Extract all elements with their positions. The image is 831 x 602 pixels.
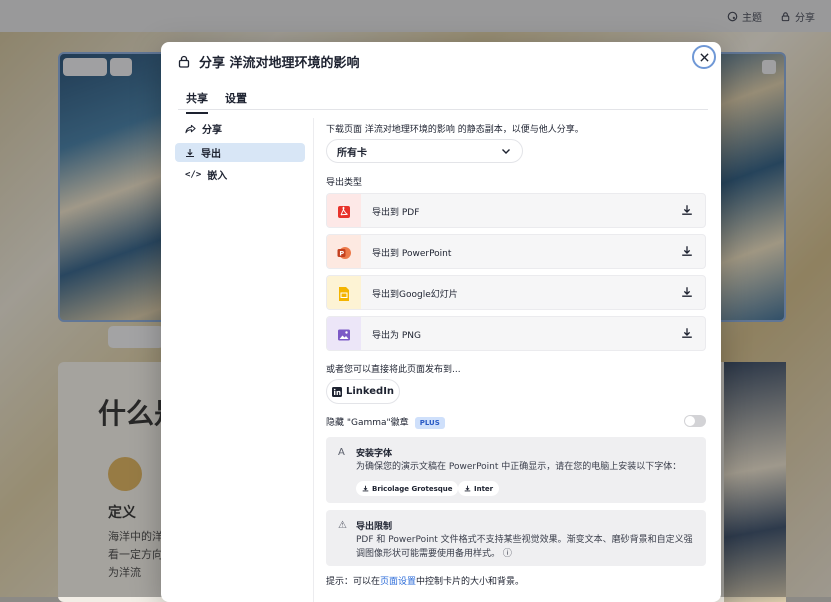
sidebar-item-export[interactable]: 导出	[175, 143, 305, 162]
dropdown-value: 所有卡	[337, 147, 367, 159]
sidebar-item-label: 嵌入	[207, 171, 228, 182]
close-button[interactable]	[692, 45, 716, 69]
warning-icon: ⚠	[338, 520, 347, 531]
export-type-label: 导出类型	[326, 178, 363, 188]
export-powerpoint-button[interactable]: P 导出到 PowerPoint	[326, 234, 706, 269]
panel-body: 为确保您的演示文稿在 PowerPoint 中正确显示，请在您的电脑上安装以下字…	[356, 462, 682, 472]
code-icon: </>	[185, 169, 202, 180]
tip-prefix: 提示：可以在	[326, 577, 381, 587]
export-label: 导出到 PowerPoint	[372, 249, 452, 259]
export-description: 下载页面 洋流对地理环境的影响 的静态副本，以便与他人分享。	[326, 125, 584, 135]
sidebar-item-label: 分享	[202, 125, 222, 136]
font-name: Bricolage Grotesque	[372, 484, 453, 493]
sidebar-item-embed[interactable]: </> 嵌入	[175, 165, 305, 184]
page-settings-link[interactable]: 页面设置	[380, 577, 416, 587]
tip-suffix: 中控制卡片的大小和背景。	[416, 577, 525, 587]
card-select-dropdown[interactable]: 所有卡	[326, 139, 523, 163]
linkedin-label: LinkedIn	[345, 386, 395, 397]
export-google-slides-button[interactable]: 导出到Google幻灯片	[326, 275, 706, 310]
hide-badge-row: 隐藏 "Gamma"徽章 PLUS	[326, 415, 445, 429]
download-icon	[362, 485, 369, 492]
close-icon	[699, 52, 709, 62]
tip-text: 提示：可以在页面设置中控制卡片的大小和背景。	[326, 574, 524, 587]
chevron-down-icon	[502, 149, 510, 154]
panel-title: 导出限制	[356, 522, 393, 532]
sidebar-item-label: 导出	[201, 149, 221, 160]
export-label: 导出为 PNG	[372, 331, 421, 341]
toggle-knob	[685, 416, 695, 426]
export-pdf-button[interactable]: 导出到 PDF	[326, 193, 706, 228]
install-fonts-panel: A 安装字体 为确保您的演示文稿在 PowerPoint 中正确显示，请在您的电…	[326, 437, 706, 503]
export-label: 导出到 PDF	[372, 208, 420, 218]
lock-icon	[178, 55, 190, 68]
font-download-chip[interactable]: Inter	[458, 481, 500, 496]
plus-badge: PLUS	[414, 416, 445, 429]
panel-body-text: PDF 和 PowerPoint 文件格式不支持某些视觉效果。渐变文本、磨砂背景…	[356, 535, 693, 559]
divider	[313, 118, 314, 602]
download-icon	[464, 485, 471, 492]
share-icon	[185, 124, 196, 133]
font-download-chip[interactable]: Bricolage Grotesque	[356, 481, 459, 496]
modal-tabs: 共享 设置	[178, 86, 708, 114]
font-name: Inter	[474, 484, 494, 493]
publish-label: 或者您可以直接将此页面发布到...	[326, 365, 461, 375]
export-label: 导出到Google幻灯片	[372, 290, 458, 300]
info-icon[interactable]: ⓘ	[503, 549, 512, 559]
share-modal: 分享 洋流对地理环境的影响 共享 设置 分享 导出 </> 嵌入 下载页面 洋流…	[161, 42, 721, 602]
download-icon	[682, 287, 692, 297]
tab-settings[interactable]: 设置	[225, 90, 247, 106]
export-png-button[interactable]: 导出为 PNG	[326, 316, 706, 351]
tab-share[interactable]: 共享	[186, 90, 208, 114]
modal-title-text: 分享 洋流对地理环境的影响	[199, 56, 360, 71]
panel-body: PDF 和 PowerPoint 文件格式不支持某些视觉效果。渐变文本、磨砂背景…	[356, 533, 696, 561]
font-icon: A	[338, 447, 345, 458]
modal-title: 分享 洋流对地理环境的影响	[178, 52, 360, 71]
hide-badge-label: 隐藏 "Gamma"徽章	[326, 418, 409, 428]
download-icon	[682, 205, 692, 215]
download-icon	[682, 328, 692, 338]
powerpoint-icon: P	[327, 235, 361, 268]
export-limits-panel: ⚠ 导出限制 PDF 和 PowerPoint 文件格式不支持某些视觉效果。渐变…	[326, 510, 706, 566]
google-slides-icon	[327, 276, 361, 309]
pdf-icon	[327, 194, 361, 227]
hide-badge-toggle[interactable]	[684, 415, 706, 427]
svg-text:P: P	[339, 249, 344, 257]
image-icon	[327, 317, 361, 350]
panel-title: 安装字体	[356, 449, 393, 459]
download-icon	[682, 246, 692, 256]
linkedin-button[interactable]: LinkedIn	[326, 379, 400, 404]
download-icon	[186, 148, 194, 157]
sidebar-item-share[interactable]: 分享	[175, 119, 305, 138]
linkedin-icon	[331, 386, 342, 397]
